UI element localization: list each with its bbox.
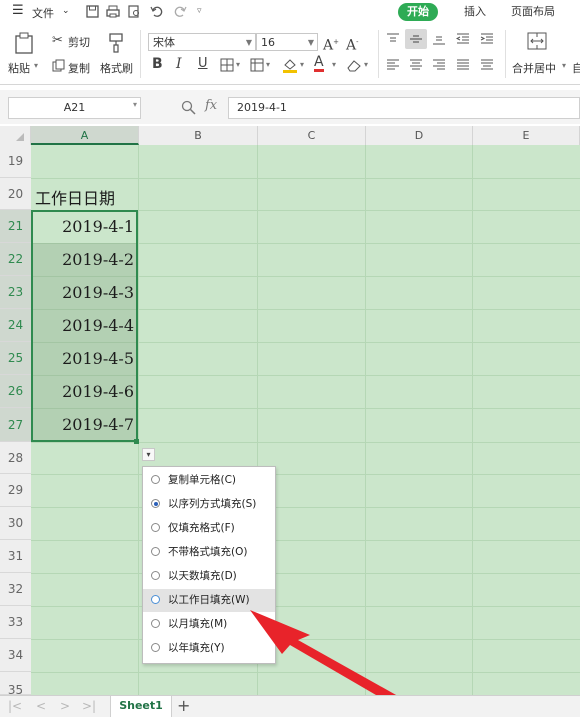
sheet-tab-bar: |< < > >| Sheet1 + xyxy=(0,695,580,717)
first-sheet-icon[interactable]: |< xyxy=(8,699,22,713)
add-sheet-button[interactable]: + xyxy=(177,696,190,716)
next-sheet-icon[interactable]: > xyxy=(60,699,70,713)
prev-sheet-icon[interactable]: < xyxy=(36,699,46,713)
sheet-tab[interactable]: Sheet1 xyxy=(110,696,172,717)
last-sheet-icon[interactable]: >| xyxy=(82,699,96,713)
annotation-arrow xyxy=(250,610,405,706)
